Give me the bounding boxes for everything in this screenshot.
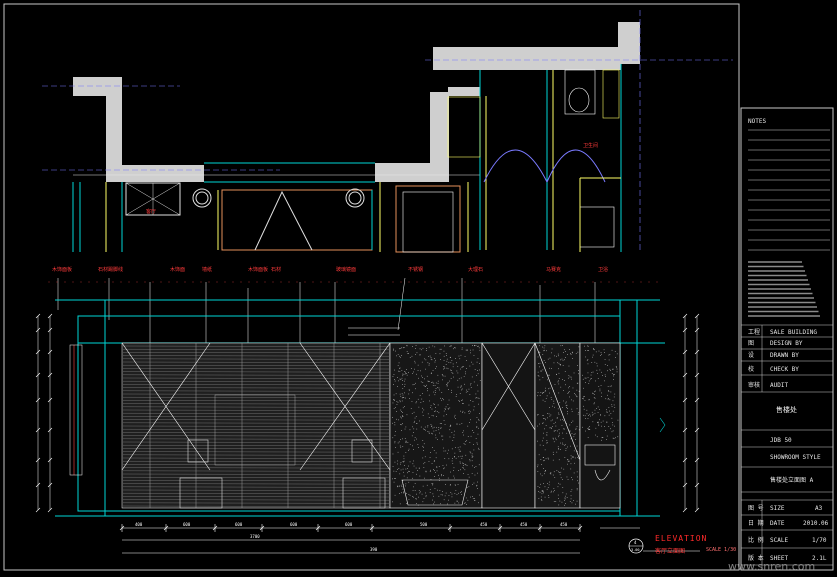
tb-meta-1-v: A3 (815, 505, 823, 512)
tb-meta-3-label: SCALE (770, 537, 789, 544)
tb-row-3-k: 设 (748, 352, 755, 359)
callout-10: 卫浴 (598, 267, 609, 273)
tb-notes-label: NOTES (748, 118, 767, 125)
callout-7: 不锈钢 (408, 267, 424, 273)
panel-mirror (481, 342, 536, 509)
panel-stone (389, 342, 483, 509)
tb-meta-2-v: 2010.06 (803, 520, 829, 527)
tb-row-3-v: DRAWN BY (770, 352, 799, 359)
tb-row-1-k: 工程 (748, 329, 761, 336)
tb-meta-1-label: SIZE (770, 505, 785, 512)
dim-9: 450 (560, 522, 568, 527)
dim-6: 500 (420, 522, 428, 527)
callout-8: 大理石 (468, 267, 484, 273)
elev-tag-top: 4 (634, 540, 637, 545)
tb-row-2-v: DESIGN BY (770, 340, 803, 347)
dim-7: 450 (480, 522, 488, 527)
tb-row-2-k: 图 (748, 340, 755, 347)
dim-4: 600 (290, 522, 298, 527)
tb-meta-1-k: 图 号 (748, 505, 764, 512)
plan-view (42, 10, 733, 253)
dim-bottom-total: 390 (370, 547, 378, 552)
tb-sheet-name: 售楼处立面图 A (770, 477, 814, 484)
dim-1: 400 (135, 522, 143, 527)
plan-label-right: 卫生间 (583, 143, 599, 149)
dim-3: 600 (235, 522, 243, 527)
tb-row-1-v: SALE BUILDING (770, 329, 817, 336)
callout-4: 墙纸 (202, 267, 213, 273)
tb-project: 售楼处 (776, 406, 797, 414)
tb-meta-3-k: 比 例 (748, 537, 764, 544)
callout-2: 石材踢脚线 (98, 267, 124, 273)
dim-total: 3700 (250, 534, 260, 539)
plan-wall-left (73, 77, 204, 182)
plan-wall-mid (375, 87, 480, 182)
elevation-subtitle: 客厅立面图 (655, 548, 686, 555)
title-block-frame (740, 107, 834, 571)
callout-5: 木饰面板 石材 (248, 267, 282, 273)
elevation-scale: SCALE 1/30 (706, 547, 737, 553)
dim-8: 450 (520, 522, 528, 527)
dim-5: 600 (345, 522, 353, 527)
top-dim-labels: 400 600 600 600 600 500 450 450 450 3700… (135, 522, 568, 552)
callout-9: 马赛克 (546, 267, 562, 273)
tb-row-4-k: 校 (748, 366, 755, 373)
plan-wall-right (433, 22, 640, 70)
title-block-lines (741, 129, 833, 570)
elevation-title: ELEVATION (655, 534, 708, 543)
tb-drawing-no: JDB 50 (770, 437, 792, 444)
callout-1: 木饰面板 (52, 267, 73, 273)
elev-tag-bottom: 3.00 (631, 548, 639, 552)
watermark: www.snren.com (728, 560, 816, 573)
dim-2: 600 (183, 522, 191, 527)
tb-meta-2-label: DATE (770, 520, 785, 527)
plan-label-left: 客厅 (146, 209, 157, 215)
callout-3: 木饰面 (170, 267, 186, 273)
tb-meta-2-k: 日 期 (748, 520, 764, 527)
panel-bath (579, 342, 621, 509)
tb-scale-label: SHOWROOM STYLE (770, 454, 821, 461)
tb-row-5-v: AUDIT (770, 382, 789, 389)
cad-elevation-drawing: 400 600 600 600 600 500 450 450 450 3700… (3, 3, 834, 571)
tb-row-5-k: 审核 (748, 382, 761, 389)
tb-meta-3-v: 1/70 (812, 537, 827, 544)
tb-row-4-v: CHECK BY (770, 366, 799, 373)
panel-wood-left (121, 342, 391, 509)
callout-6: 玻璃镜面 (336, 267, 357, 273)
panel-stone-right (534, 342, 581, 509)
